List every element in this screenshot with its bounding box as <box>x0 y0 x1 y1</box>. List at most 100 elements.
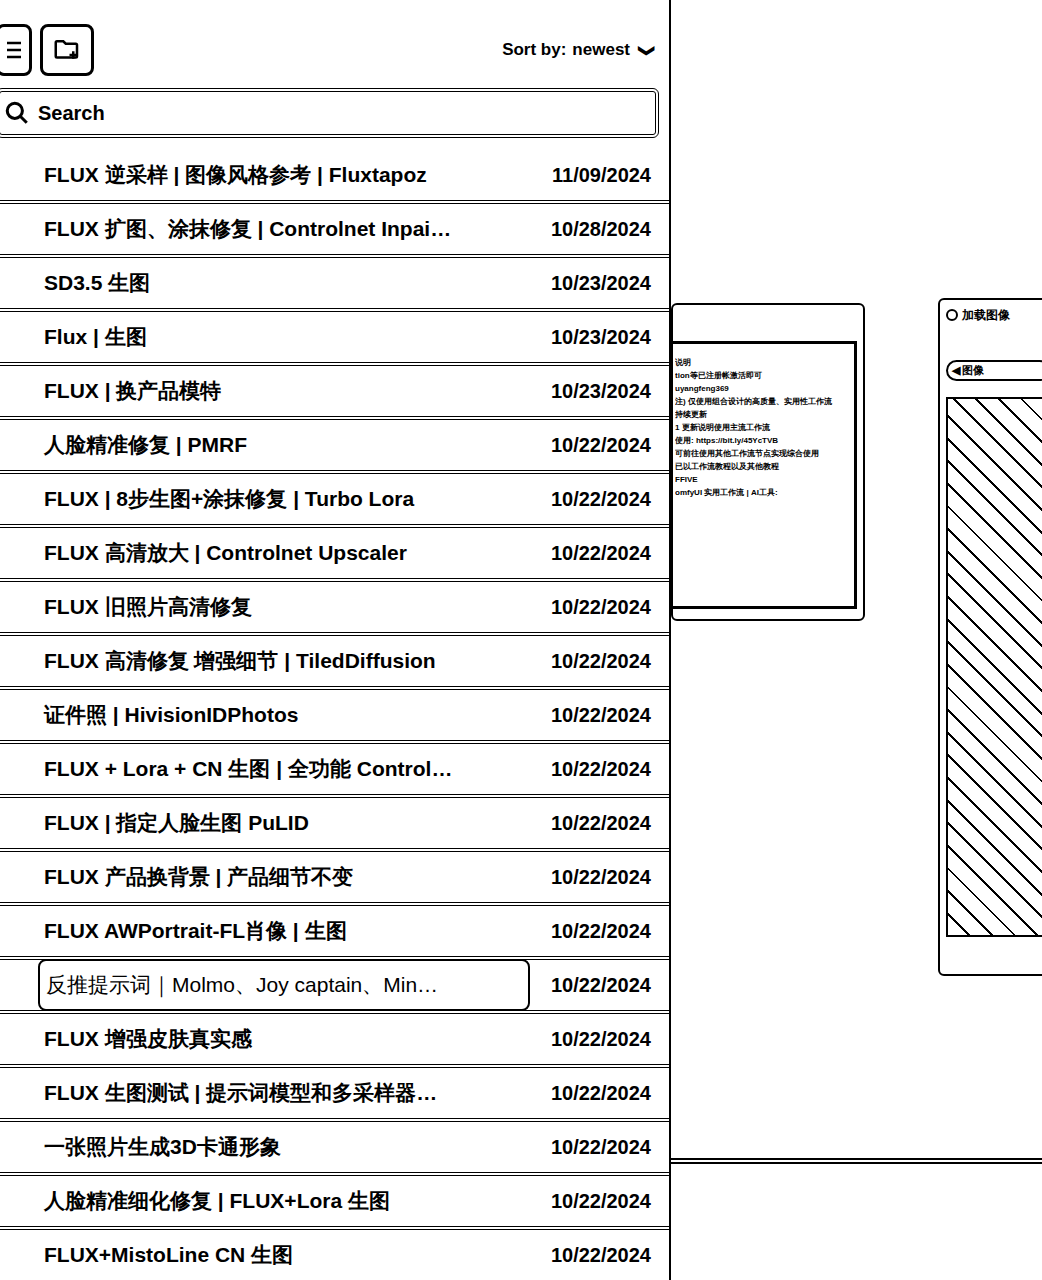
note-line: 1 更新说明使用主流工作流 <box>675 423 854 433</box>
sort-value: newest <box>572 37 630 63</box>
note-node[interactable]: 说明 tion等已注册帐激活即可 uyangfeng369 注) 仅使用组合设计的高质… <box>671 303 865 621</box>
workflow-title: 一张照片生成3D卡通形象 <box>38 1131 543 1163</box>
workflow-date: 10/22/2024 <box>551 808 651 838</box>
workflow-date: 10/22/2024 <box>551 538 651 568</box>
workflow-date: 10/22/2024 <box>551 1240 651 1270</box>
workflow-title: FLUX | 8步生图+涂抹修复 | Turbo Lora <box>38 483 543 515</box>
list-icon <box>3 39 25 61</box>
workflow-date: 10/23/2024 <box>551 376 651 406</box>
workflow-row[interactable]: FLUX | 8步生图+涂抹修复 | Turbo Lora 10/22/2024 <box>0 474 669 528</box>
workflow-title: FLUX | 换产品模特 <box>38 375 543 407</box>
workflow-row[interactable]: SD3.5 生图 10/23/2024 <box>0 258 669 312</box>
workflow-date: 10/22/2024 <box>551 484 651 514</box>
workflow-row[interactable]: Flux | 生图 10/23/2024 <box>0 312 669 366</box>
workflow-title: FLUX 旧照片高清修复 <box>38 591 543 623</box>
note-line: omfyUI 实用工作流 | AI工具: <box>675 488 854 498</box>
workflow-row[interactable]: 反推提示词｜Molmo、Joy captain、Min…10/22/2024 <box>0 960 669 1014</box>
workflow-row[interactable]: 人脸精准细化修复 | FLUX+Lora 生图 10/22/2024 <box>0 1176 669 1230</box>
sort-label: Sort by: <box>502 37 566 63</box>
workflow-list: FLUX 逆采样 | 图像风格参考 | Fluxtapoz11/09/2024F… <box>0 150 669 1280</box>
workflow-title: FLUX 高清放大 | Controlnet Upscaler <box>38 537 543 569</box>
workflow-row[interactable]: FLUX 逆采样 | 图像风格参考 | Fluxtapoz 11/09/2024 <box>0 150 669 204</box>
workflow-row[interactable]: FLUX 产品换背景 | 产品细节不变 10/22/2024 <box>0 852 669 906</box>
node-header: 加载图像 <box>946 306 1042 324</box>
workflow-date: 10/22/2024 <box>551 1024 651 1054</box>
image-field[interactable]: ◀图像 <box>946 360 1042 381</box>
workflow-row[interactable]: FLUX 高清修复 增强细节 | TiledDiffusion 10/22/202… <box>0 636 669 690</box>
workflow-title: FLUX 生图测试 | 提示词模型和多采样器… <box>38 1077 543 1109</box>
workflow-row[interactable]: FLUX AWPortrait-FL肖像 | 生图 10/22/2024 <box>0 906 669 960</box>
workflow-title: FLUX 扩图、涂抹修复 | Controlnet Inpai… <box>38 213 543 245</box>
note-line: 说明 <box>675 358 854 368</box>
canvas[interactable]: 说明 tion等已注册帐激活即可 uyangfeng369 注) 仅使用组合设计的高质… <box>671 0 1042 1280</box>
workflow-row[interactable]: FLUX + Lora + CN 生图 | 全功能 Control… 10/22/… <box>0 744 669 798</box>
note-line: tion等已注册帐激活即可 <box>675 371 854 381</box>
workflow-title: FLUX 增强皮肤真实感 <box>38 1023 543 1055</box>
folder-plus-icon <box>52 35 82 65</box>
workflow-title: FLUX 逆采样 | 图像风格参考 | Fluxtapoz <box>38 159 544 191</box>
workflow-title: FLUX | 指定人脸生图 PuLID <box>38 807 543 839</box>
workflow-date: 10/22/2024 <box>551 430 651 460</box>
note-line: 持续更新 <box>675 410 854 420</box>
workflow-date: 10/22/2024 <box>551 1078 651 1108</box>
search-icon <box>4 100 30 126</box>
workflow-date: 10/22/2024 <box>551 754 651 784</box>
workflow-sidebar: Sort by:newest❯ Search FLUX 逆采样 | 图像风格参考 |… <box>0 0 671 1280</box>
workflow-title: FLUX 高清修复 增强细节 | TiledDiffusion <box>38 645 543 677</box>
workflow-title: Flux | 生图 <box>38 321 543 353</box>
workflow-date: 10/22/2024 <box>551 592 651 622</box>
note-line: 注) 仅使用组合设计的高质量、实用性工作流 <box>675 397 854 407</box>
node-status-dot <box>946 309 958 321</box>
workflow-title: FLUX AWPortrait-FL肖像 | 生图 <box>38 915 543 947</box>
workflow-row[interactable]: FLUX | 换产品模特 10/23/2024 <box>0 366 669 420</box>
workflow-row[interactable]: FLUX 高清放大 | Controlnet Upscaler 10/22/202… <box>0 528 669 582</box>
field-arrow: ◀ <box>952 362 960 379</box>
toolbar: Sort by:newest❯ <box>0 0 669 80</box>
workflow-title: SD3.5 生图 <box>38 267 543 299</box>
workflow-date: 10/22/2024 <box>551 916 651 946</box>
workflow-title: FLUX+MistoLine CN 生图 <box>38 1239 543 1271</box>
workflow-row[interactable]: FLUX 生图测试 | 提示词模型和多采样器… 10/22/2024 <box>0 1068 669 1122</box>
app: Sort by:newest❯ Search FLUX 逆采样 | 图像风格参考 |… <box>0 0 1042 1280</box>
workflow-date: 10/28/2024 <box>551 214 651 244</box>
workflow-title: FLUX 产品换背景 | 产品细节不变 <box>38 861 543 893</box>
workflow-title: 证件照 | HivisionIDPhotos <box>38 699 543 731</box>
image-preview <box>946 397 1042 937</box>
node-title: 加载图像 <box>962 306 1010 324</box>
workflow-date: 10/23/2024 <box>551 322 651 352</box>
list-view-button[interactable] <box>0 24 32 76</box>
sort-chevron: ❯ <box>635 40 659 61</box>
workflow-row[interactable]: FLUX 增强皮肤真实感 10/22/2024 <box>0 1014 669 1068</box>
workflow-row[interactable]: FLUX 旧照片高清修复 10/22/2024 <box>0 582 669 636</box>
image-node[interactable]: 加载图像 ◀图像 <box>938 298 1042 976</box>
note-line: uyangfeng369 <box>675 384 854 394</box>
workflow-title: FLUX + Lora + CN 生图 | 全功能 Control… <box>38 753 543 785</box>
search-field[interactable]: Search <box>0 88 659 138</box>
workflow-row[interactable]: 证件照 | HivisionIDPhotos 10/22/2024 <box>0 690 669 744</box>
note-line: 可前往使用其他工作流节点实现综合使用 <box>675 449 854 459</box>
workflow-date: 10/22/2024 <box>551 646 651 676</box>
workflow-date: 10/22/2024 <box>551 1132 651 1162</box>
workflow-date: 11/09/2024 <box>552 160 651 190</box>
workflow-row[interactable]: 人脸精准修复 | PMRF 10/22/2024 <box>0 420 669 474</box>
workflow-row[interactable]: FLUX | 指定人脸生图 PuLID 10/22/2024 <box>0 798 669 852</box>
workflow-date: 10/22/2024 <box>551 700 651 730</box>
workflow-row[interactable]: 一张照片生成3D卡通形象 10/22/2024 <box>0 1122 669 1176</box>
workflow-date: 10/22/2024 <box>551 862 651 892</box>
search-placeholder: Search <box>38 98 105 128</box>
note-text-area[interactable]: 说明 tion等已注册帐激活即可 uyangfeng369 注) 仅使用组合设计的高质… <box>673 341 857 609</box>
new-folder-button[interactable] <box>40 24 94 76</box>
workflow-date: 10/22/2024 <box>551 1186 651 1216</box>
workflow-title: 反推提示词｜Molmo、Joy captain、Min… <box>38 959 530 1011</box>
note-line: FFIVE <box>675 475 854 485</box>
sort-control[interactable]: Sort by:newest❯ <box>502 37 657 63</box>
field-label: 图像 <box>962 362 984 379</box>
workflow-title: 人脸精准细化修复 | FLUX+Lora 生图 <box>38 1185 543 1217</box>
workflow-row[interactable]: FLUX 扩图、涂抹修复 | Controlnet Inpai… 10/28/20… <box>0 204 669 258</box>
workflow-date: 10/23/2024 <box>551 268 651 298</box>
canvas-divider <box>671 1158 1042 1164</box>
note-line: 已以工作流教程以及其他教程 <box>675 462 854 472</box>
workflow-row[interactable]: FLUX+MistoLine CN 生图 10/22/2024 <box>0 1230 669 1280</box>
workflow-title: 人脸精准修复 | PMRF <box>38 429 543 461</box>
note-line: 使用: https://bit.ly/45YcTVB <box>675 436 854 446</box>
